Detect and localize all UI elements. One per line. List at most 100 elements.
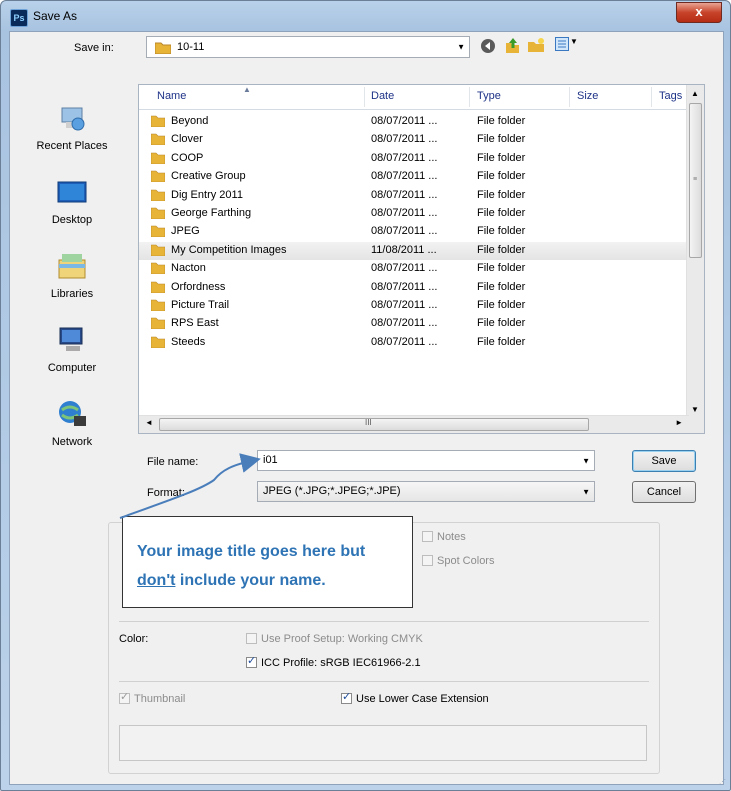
column-divider[interactable] [364, 87, 365, 107]
file-type-cell: File folder [477, 299, 526, 311]
place-computer[interactable]: Computer [12, 324, 132, 374]
file-type-cell: File folder [477, 317, 526, 330]
checkbox-box: ✓ [341, 691, 352, 704]
notes-checkbox[interactable]: Notes [422, 531, 466, 543]
file-name-cell: RPS East [171, 317, 219, 330]
file-date-cell: 11/08/2011 ... [371, 243, 437, 256]
file-date-cell: 08/07/2011 ... [371, 151, 438, 164]
file-name-input[interactable]: i01 ▼ [257, 450, 595, 471]
back-icon[interactable] [480, 38, 496, 54]
callout-line-1: Your image title goes here but [137, 543, 366, 560]
place-desktop[interactable]: Desktop [12, 176, 132, 226]
file-date-cell: 08/07/2011 ... [371, 225, 438, 238]
recent-places-icon [61, 107, 85, 131]
scroll-right-icon[interactable]: ► [675, 418, 683, 427]
lower-case-extension-checkbox[interactable]: ✓ Use Lower Case Extension [341, 691, 489, 705]
folder-icon [151, 207, 165, 219]
dialog-client-area: Save in: 10-11 ▼ ▼ Recent Places Desktop [9, 31, 724, 785]
cancel-button[interactable]: Cancel [632, 481, 696, 503]
scroll-down-icon[interactable]: ▼ [691, 405, 699, 414]
scroll-up-icon[interactable]: ▲ [691, 89, 699, 98]
file-name-cell: Nacton [171, 262, 206, 275]
table-row[interactable]: Creative Group 08/07/2011 ... File folder [139, 168, 689, 186]
table-row[interactable]: My Competition Images 11/08/2011 ... File … [139, 241, 689, 260]
spot-colors-checkbox[interactable]: Spot Colors [422, 555, 494, 567]
table-row[interactable]: George Farthing 08/07/2011 ... File folder [139, 205, 689, 223]
view-menu-button[interactable]: ▼ [555, 37, 583, 53]
callout-line-2-rest: include your name. [175, 572, 326, 589]
save-button[interactable]: Save [632, 450, 696, 472]
file-list[interactable]: Name ▲ Date Type Size Tags Beyond 08/07/2… [138, 84, 705, 434]
vertical-scrollbar[interactable]: ▲ ≡ ▼ [686, 85, 704, 418]
table-row[interactable]: RPS East 08/07/2011 ... File folder [139, 315, 689, 333]
column-header-type[interactable]: Type [477, 90, 501, 102]
file-date-cell: 08/07/2011 ... [371, 207, 438, 219]
table-row[interactable]: Clover 08/07/2011 ... File folder [139, 131, 689, 149]
callout-underlined-word: don't [137, 572, 176, 589]
use-proof-setup-label: Use Proof Setup: Working CMYK [261, 633, 423, 645]
save-in-dropdown[interactable]: 10-11 ▼ [146, 36, 470, 58]
thumbnail-checkbox[interactable]: ✓ Thumbnail [119, 691, 185, 705]
table-row[interactable]: COOP 08/07/2011 ... File folder [139, 150, 689, 168]
folder-icon [151, 336, 165, 348]
scroll-corner [687, 416, 704, 433]
file-type-cell: File folder [477, 151, 526, 164]
notes-label: Notes [437, 531, 466, 543]
table-row[interactable]: Beyond 08/07/2011 ... File folder [139, 113, 689, 131]
table-row[interactable]: Picture Trail 08/07/2011 ... File folder [139, 297, 689, 315]
check-icon: ✓ [247, 655, 257, 667]
format-dropdown[interactable]: JPEG (*.JPG;*.JPEG;*.JPE) ▼ [257, 481, 595, 502]
file-type-cell: File folder [477, 225, 526, 238]
folder-icon [151, 170, 165, 183]
place-label: Computer [47, 362, 97, 374]
lower-case-extension-label: Use Lower Case Extension [356, 693, 489, 705]
file-date-cell: 08/07/2011 ... [371, 170, 438, 183]
new-folder-icon[interactable] [528, 38, 545, 53]
file-type-cell: File folder [477, 115, 526, 127]
folder-icon [151, 262, 165, 275]
up-folder-icon[interactable] [504, 37, 520, 54]
column-divider[interactable] [651, 87, 652, 107]
table-row[interactable]: JPEG 08/07/2011 ... File folder [139, 223, 689, 241]
place-label: Libraries [50, 288, 94, 300]
place-label: Desktop [51, 214, 93, 226]
use-proof-setup-checkbox[interactable]: Use Proof Setup: Working CMYK [246, 633, 423, 645]
folder-icon [151, 134, 165, 146]
place-network[interactable]: Network [12, 398, 132, 448]
check-icon: ✓ [120, 691, 130, 703]
window-title: Save As [33, 9, 78, 23]
icc-profile-checkbox[interactable]: ✓ ICC Profile: sRGB IEC61966-2.1 [246, 655, 421, 669]
file-name-cell: COOP [171, 151, 204, 164]
column-header-size[interactable]: Size [577, 90, 598, 102]
folder-icon [151, 318, 165, 330]
column-header-name[interactable]: Name [157, 90, 186, 102]
libraries-icon [58, 254, 86, 279]
checkbox-box: ✓ [246, 655, 257, 668]
place-label: Recent Places [36, 140, 108, 152]
horizontal-scrollbar[interactable]: ◄ III ► [139, 415, 689, 433]
table-row[interactable]: Nacton 08/07/2011 ... File folder [139, 260, 689, 278]
table-row[interactable]: Orfordness 08/07/2011 ... File folder [139, 279, 689, 297]
vertical-scroll-thumb[interactable]: ≡ [689, 103, 702, 258]
callout-line-2: don't include your name. [137, 566, 412, 595]
place-recent-places[interactable]: Recent Places [12, 102, 132, 152]
table-row[interactable]: Dig Entry 2011 08/07/2011 ... File folder [139, 187, 689, 205]
place-libraries[interactable]: Libraries [12, 250, 132, 300]
file-date-cell: 08/07/2011 ... [371, 335, 438, 348]
scroll-left-icon[interactable]: ◄ [145, 418, 153, 427]
file-date-cell: 08/07/2011 ... [371, 188, 438, 201]
close-button[interactable]: x [676, 2, 722, 23]
scroll-grip-icon: III [365, 418, 372, 427]
resize-grip-icon[interactable]: ⋰ [719, 778, 726, 786]
column-header-tags[interactable]: Tags [659, 90, 682, 102]
column-divider[interactable] [469, 87, 470, 107]
warning-message-area [119, 725, 647, 761]
folder-icon [151, 244, 165, 256]
table-row[interactable]: Steeds 08/07/2011 ... File folder [139, 334, 689, 352]
horizontal-scroll-thumb[interactable]: III [159, 418, 589, 431]
column-header-date[interactable]: Date [371, 90, 394, 102]
file-type-cell: File folder [477, 243, 526, 256]
title-bar[interactable]: Ps Save As x [1, 1, 730, 31]
format-value: JPEG (*.JPG;*.JPEG;*.JPE) [263, 485, 401, 497]
column-divider[interactable] [569, 87, 570, 107]
